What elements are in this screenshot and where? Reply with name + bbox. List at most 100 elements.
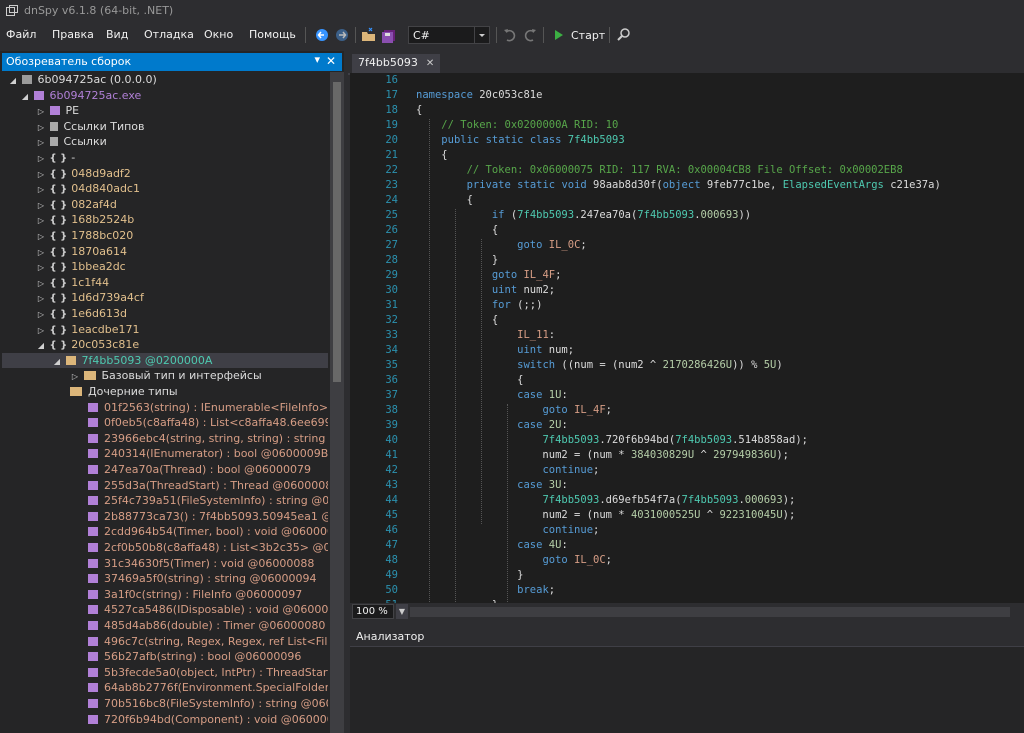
collapsed-arrow-icon[interactable]: ▷	[36, 135, 46, 150]
back-icon[interactable]	[314, 26, 330, 44]
code-line[interactable]: break;	[416, 584, 555, 596]
chevron-down-icon[interactable]	[474, 27, 489, 43]
collapsed-arrow-icon[interactable]: ▷	[36, 167, 46, 182]
tree-item-folder[interactable]: Дочерние типы	[70, 384, 178, 399]
code-line[interactable]: uint num;	[416, 344, 574, 356]
tree-item-method[interactable]: 01f2563(string) : IEnumerable<FileInfo> …	[88, 400, 328, 415]
menu-file[interactable]: Файл	[6, 28, 36, 41]
tree-item-pe[interactable]: ▷ PE	[36, 103, 79, 118]
save-all-icon[interactable]	[381, 26, 397, 44]
tree-item-ns[interactable]: ▷ { } 1870a614	[36, 244, 127, 259]
code-line[interactable]: uint num2;	[416, 284, 555, 296]
code-line[interactable]: IL_11:	[416, 329, 555, 341]
undo-icon[interactable]	[503, 26, 517, 44]
assembly-tree[interactable]: ◢ 6b094725ac (0.0.0.0) ◢ 6b094725ac.exe ▷ …	[2, 72, 328, 733]
tree-item-ns[interactable]: ▷ { } 04d840adc1	[36, 181, 140, 196]
tree-item-method[interactable]: 3a1f0c(string) : FileInfo @06000097	[88, 587, 302, 602]
collapsed-arrow-icon[interactable]: ▷	[36, 276, 46, 291]
code-line[interactable]: goto IL_0C;	[416, 554, 612, 566]
tree-item-method[interactable]: 0f0eb5(c8affa48) : List<c8affa48.6ee699>…	[88, 415, 328, 430]
code-editor[interactable]: 16 17 namespace 20c053c81e 18 {19 // Token: …	[350, 73, 1024, 603]
expanded-arrow-icon[interactable]: ◢	[52, 354, 62, 369]
tree-scrollbar[interactable]	[330, 72, 344, 733]
tree-item-ns[interactable]: ▷ { } 168b2524b	[36, 212, 134, 227]
tree-item-ns[interactable]: ▷ { } 048d9adf2	[36, 166, 131, 181]
tree-item-method[interactable]: 240314(IEnumerator) : bool @0600009B	[88, 446, 328, 461]
code-line[interactable]: case 3U:	[416, 479, 568, 491]
tree-item-ref[interactable]: ▷ Ссылки	[36, 134, 107, 149]
tree-item-method[interactable]: 485d4ab86(double) : Timer @06000080	[88, 618, 325, 633]
collapsed-arrow-icon[interactable]: ▷	[36, 229, 46, 244]
collapsed-arrow-icon[interactable]: ▷	[36, 245, 46, 260]
tree-item-method[interactable]: 56b27afb(string) : bool @06000096	[88, 649, 301, 664]
forward-icon[interactable]	[334, 26, 350, 44]
tree-item-method[interactable]: 2b88773ca73() : 7f4bb5093.50945ea1 @0600…	[88, 509, 328, 524]
code-line[interactable]: // Token: 0x06000075 RID: 117 RVA: 0x000…	[416, 164, 903, 176]
code-line[interactable]: 7f4bb5093.d69efb54f7a(7f4bb5093.000693);	[416, 494, 795, 506]
code-line[interactable]: 7f4bb5093.720f6b94bd(7f4bb5093.514b858ad…	[416, 434, 808, 446]
tree-item-class[interactable]: ◢ 7f4bb5093 @0200000A	[52, 353, 212, 368]
tree-item-ns[interactable]: ▷ { } 1bbea2dc	[36, 259, 126, 274]
code-line[interactable]: private static void 98aab8d30f(object 9f…	[416, 179, 941, 191]
code-line[interactable]: for (;;)	[416, 299, 543, 311]
collapsed-arrow-icon[interactable]: ▷	[70, 369, 80, 384]
code-line[interactable]: goto IL_4F;	[416, 269, 562, 281]
menu-help[interactable]: Помощь	[249, 28, 296, 41]
collapsed-arrow-icon[interactable]: ▷	[36, 104, 46, 119]
menu-window[interactable]: Окно	[204, 28, 233, 41]
tree-item-method[interactable]: 31c34630f5(Timer) : void @06000088	[88, 556, 314, 571]
tree-item-method[interactable]: 70b516bc8(FileSystemInfo) : string @0600…	[88, 696, 328, 711]
tree-item-ns[interactable]: ▷ { } 1c1f44	[36, 275, 109, 290]
code-line[interactable]: case 1U:	[416, 389, 568, 401]
tree-item-method[interactable]: 2cf0b50b8(c8affa48) : List<3b2c35> @0600…	[88, 540, 328, 555]
tree-item-ns[interactable]: ◢ { } 20c053c81e	[36, 337, 139, 352]
tree-item-ns[interactable]: ▷ { } 1eacdbe171	[36, 322, 140, 337]
search-icon[interactable]	[616, 26, 632, 44]
scrollbar-thumb[interactable]	[333, 82, 341, 382]
code-line[interactable]: {	[416, 194, 473, 206]
code-line[interactable]: {	[416, 149, 447, 161]
zoom-level[interactable]: 100 %	[352, 604, 394, 619]
horizontal-scrollbar[interactable]	[410, 607, 1010, 617]
tree-item-method[interactable]: 247ea70a(Thread) : bool @06000079	[88, 462, 311, 477]
code-line[interactable]: if (7f4bb5093.247ea70a(7f4bb5093.000693)…	[416, 209, 751, 221]
collapsed-arrow-icon[interactable]: ▷	[36, 120, 46, 135]
code-line[interactable]: num2 = (num * 384030829U ^ 297949836U);	[416, 449, 789, 461]
tree-item-method[interactable]: 720f6b94bd(Component) : void @0600007C	[88, 712, 328, 727]
code-line[interactable]: switch ((num = (num2 ^ 2170286426U)) % 5…	[416, 359, 783, 371]
tab-7f4bb5093[interactable]: 7f4bb5093 ✕	[352, 54, 441, 73]
close-tab-icon[interactable]: ✕	[426, 58, 434, 69]
open-folder-icon[interactable]	[361, 26, 377, 44]
expanded-arrow-icon[interactable]: ◢	[8, 73, 18, 88]
tree-item-method[interactable]: 25f4c739a51(FileSystemInfo) : string @06…	[88, 493, 328, 508]
code-line[interactable]: goto IL_0C;	[416, 239, 587, 251]
close-icon[interactable]: ✕	[326, 54, 336, 68]
tree-item-method[interactable]: 255d3a(ThreadStart) : Thread @06000086	[88, 478, 328, 493]
collapsed-arrow-icon[interactable]: ▷	[36, 198, 46, 213]
tree-item-method[interactable]: 4527ca5486(IDisposable) : void @0600009C	[88, 602, 328, 617]
tree-item-folder[interactable]: ▷ Базовый тип и интерфейсы	[70, 368, 262, 383]
tree-item-method[interactable]: 64ab8b2776f(Environment.SpecialFolder) :…	[88, 680, 328, 695]
start-button[interactable]: Старт	[571, 29, 605, 42]
tree-item-ns[interactable]: ▷ { } 1788bc020	[36, 228, 133, 243]
tree-item-asm[interactable]: ◢ 6b094725ac (0.0.0.0)	[8, 72, 157, 87]
code-line[interactable]: {	[416, 374, 523, 386]
code-line[interactable]: public static class 7f4bb5093	[416, 134, 624, 146]
code-line[interactable]: // Token: 0x0200000A RID: 10	[416, 119, 618, 131]
collapsed-arrow-icon[interactable]: ▷	[36, 182, 46, 197]
code-line[interactable]: num2 = (num * 4031000525U ^ 922310045U);	[416, 509, 795, 521]
tree-item-ref[interactable]: ▷ Ссылки Типов	[36, 119, 145, 134]
code-line[interactable]: case 4U:	[416, 539, 568, 551]
zoom-dropdown-icon[interactable]: ▼	[396, 604, 408, 619]
tree-item-method[interactable]: 23966ebc4(string, string, string) : stri…	[88, 431, 328, 446]
collapsed-arrow-icon[interactable]: ▷	[36, 213, 46, 228]
pin-dropdown-icon[interactable]: ▾	[314, 53, 320, 66]
collapsed-arrow-icon[interactable]: ▷	[36, 151, 46, 166]
code-line[interactable]: {	[416, 104, 422, 116]
start-icon[interactable]	[553, 26, 565, 44]
tree-item-ns[interactable]: ▷ { } -	[36, 150, 75, 165]
tree-item-ns[interactable]: ▷ { } 082af4d	[36, 197, 117, 212]
collapsed-arrow-icon[interactable]: ▷	[36, 323, 46, 338]
code-line[interactable]: namespace 20c053c81e	[416, 89, 542, 101]
tree-item-ns[interactable]: ▷ { } 1e6d613d	[36, 306, 127, 321]
